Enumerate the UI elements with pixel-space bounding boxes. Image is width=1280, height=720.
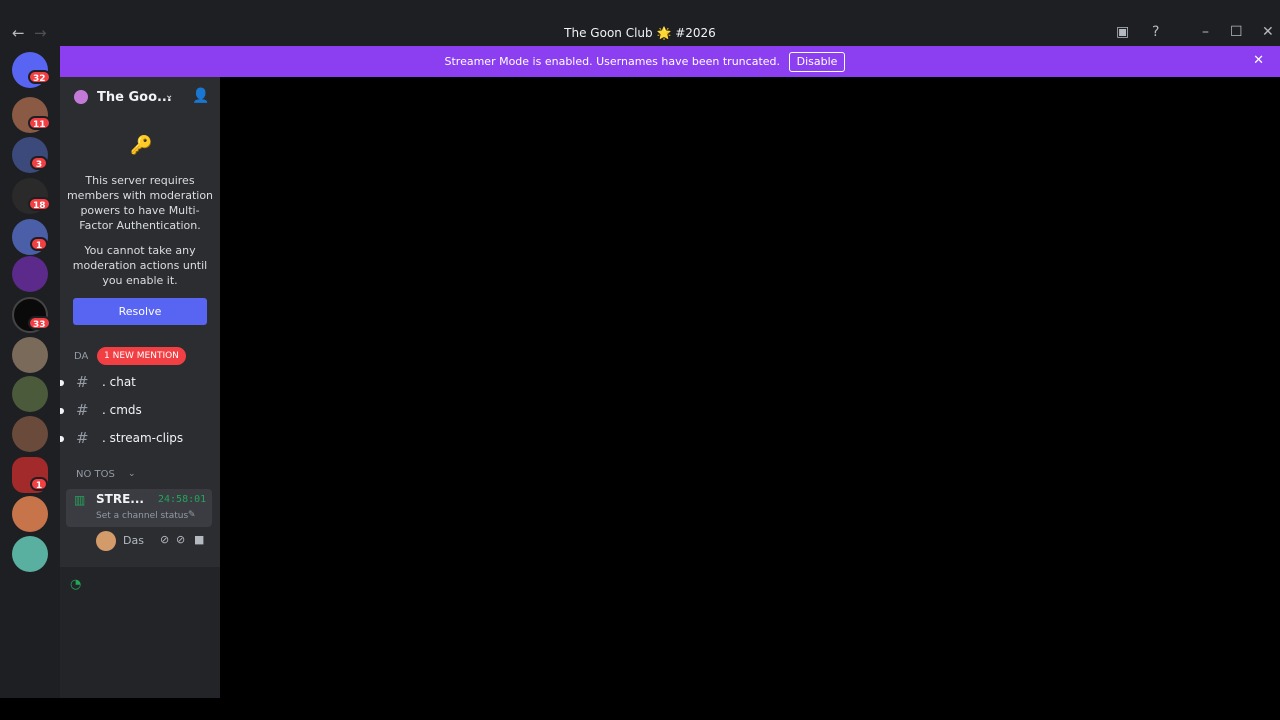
server-list: 32 11 3 18 1 33 1 <box>0 46 60 698</box>
mfa-notice-text: This server requires members with modera… <box>66 174 214 232</box>
resolve-button[interactable]: Resolve <box>73 298 207 325</box>
server-name: The Goo... <box>97 90 172 105</box>
edit-icon[interactable]: ✎ <box>188 510 196 520</box>
server-badge: 11 <box>28 116 51 130</box>
maximize-icon[interactable]: ☐ <box>1230 24 1243 40</box>
mfa-notice-text-2: You cannot take any moderation actions u… <box>72 244 208 287</box>
mfa-notice: This server requires members with modera… <box>66 173 214 288</box>
voice-channel-stream[interactable]: ▥ STRE... 24:58:01 Set a channel status … <box>66 489 212 527</box>
muted-icon: ⊘ <box>160 533 170 546</box>
voice-timer: 24:58:01 <box>158 494 207 505</box>
unread-indicator <box>60 436 64 442</box>
server-badge: 1 <box>30 477 48 491</box>
close-icon[interactable]: ✕ <box>1253 53 1264 68</box>
voice-channel-icon: ▥ <box>74 493 86 507</box>
inbox-icon[interactable]: ▣ <box>1116 24 1129 40</box>
text-channel-icon: # <box>76 401 89 419</box>
help-icon[interactable]: ? <box>1152 24 1159 40</box>
channel-status[interactable]: Set a channel status <box>96 511 188 521</box>
deafened-icon: ⊘ <box>176 533 186 546</box>
window-title: The Goon Club 🌟 #2026 <box>564 26 716 40</box>
category-no-tos[interactable]: NO TOS <box>76 469 115 480</box>
minimize-icon[interactable]: – <box>1202 24 1209 40</box>
text-channel-icon: # <box>76 429 89 447</box>
chevron-down-icon[interactable]: ⌄ <box>165 90 173 101</box>
streamer-mode-banner: Streamer Mode is enabled. Usernames have… <box>60 46 1280 77</box>
server-avatar-icon <box>74 90 88 104</box>
server-badge: 33 <box>28 316 51 330</box>
unread-indicator <box>60 380 64 386</box>
server-header[interactable]: The Goo... ⌄ 👤 <box>60 77 220 119</box>
server-badge: 1 <box>30 237 48 251</box>
server-badge: 32 <box>28 70 51 84</box>
banner-text: Streamer Mode is enabled. Usernames have… <box>444 55 781 68</box>
new-mention-pill[interactable]: 1 NEW MENTION <box>97 347 186 365</box>
channel-cmds[interactable]: # . cmds <box>60 397 220 423</box>
server-badge: 3 <box>30 156 48 170</box>
channel-stream-clips[interactable]: # . stream-clips <box>60 425 220 451</box>
server-icon[interactable] <box>12 536 48 572</box>
server-icon[interactable] <box>12 496 48 532</box>
channel-name: . stream-clips <box>102 431 184 445</box>
server-icon[interactable] <box>12 337 48 373</box>
voice-member-name[interactable]: Das <box>123 534 144 547</box>
key-icon: 🔑 <box>130 135 153 156</box>
voice-connection-panel: ◔ <box>60 567 220 698</box>
close-window-icon[interactable]: ✕ <box>1262 24 1274 40</box>
unread-indicator <box>60 408 64 414</box>
server-icon[interactable] <box>12 376 48 412</box>
server-icon[interactable] <box>12 416 48 452</box>
channel-sidebar: The Goo... ⌄ 👤 🔑 This server requires me… <box>60 77 220 698</box>
add-member-icon[interactable]: 👤 <box>192 88 209 104</box>
signal-icon[interactable]: ◔ <box>70 577 81 592</box>
disable-streamer-mode-button[interactable]: Disable <box>789 52 845 72</box>
voice-channel-name: STRE... <box>96 492 144 506</box>
avatar[interactable] <box>96 531 116 551</box>
category-label[interactable]: DA <box>74 351 88 362</box>
channel-chat[interactable]: # . chat <box>60 369 220 395</box>
video-icon: ■ <box>194 533 205 546</box>
channel-name: . cmds <box>102 403 142 417</box>
chevron-down-icon: ⌄ <box>128 469 136 479</box>
channel-name: . chat <box>102 375 136 389</box>
server-icon[interactable] <box>12 256 48 292</box>
server-badge: 18 <box>28 197 51 211</box>
text-channel-icon: # <box>76 373 89 391</box>
